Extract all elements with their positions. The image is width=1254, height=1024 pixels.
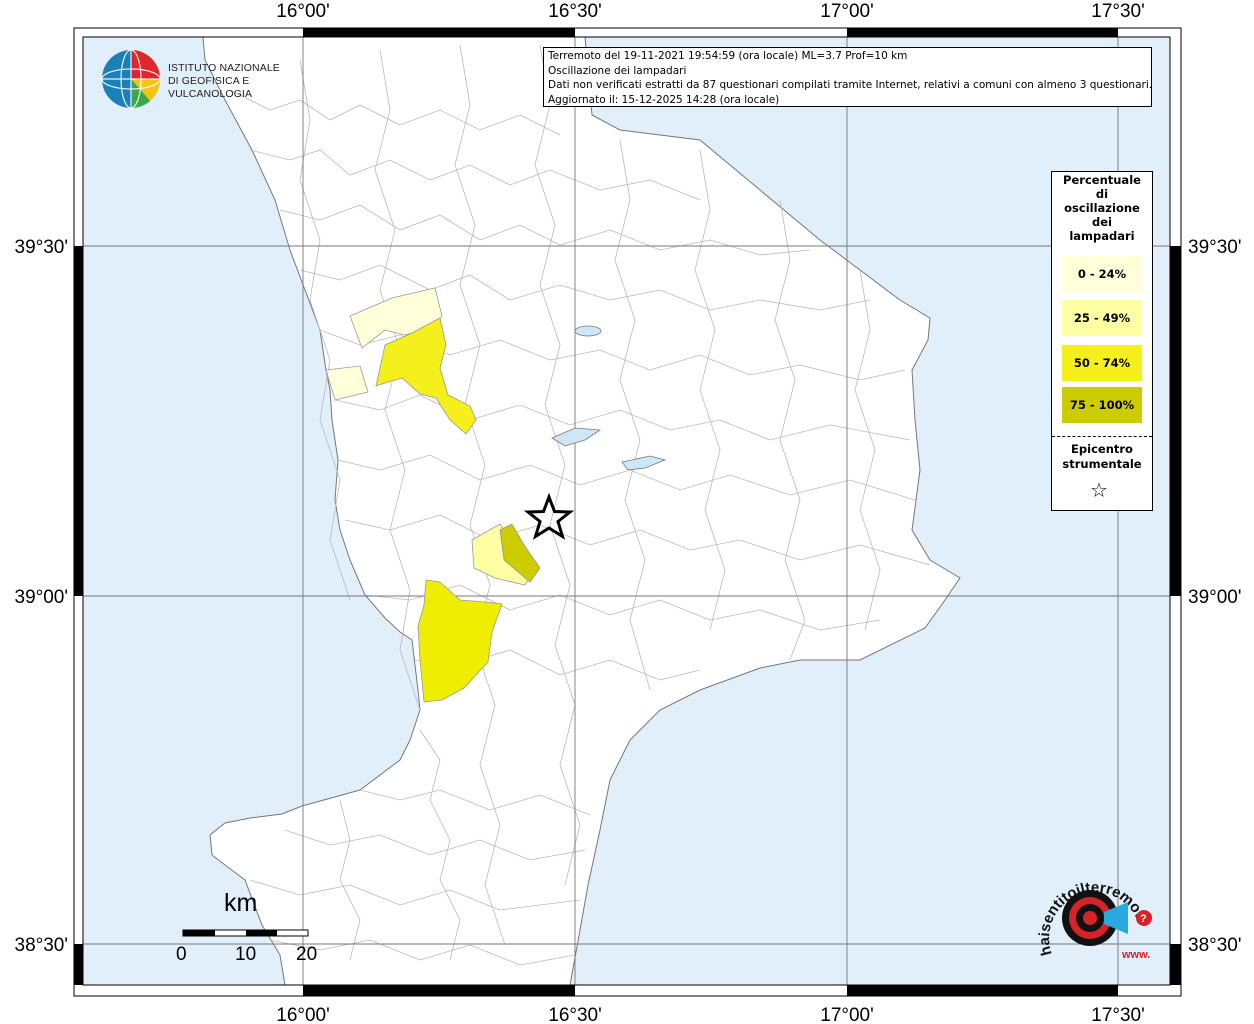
lon-label-bottom: 16°30' [548, 1005, 602, 1024]
earthquake-info-box: Terremoto del 19-11-2021 19:54:59 (ora l… [543, 47, 1152, 107]
lon-label-top: 17°30' [1091, 1, 1145, 22]
lon-label-bottom: 17°00' [820, 1005, 874, 1024]
lon-label-top: 17°00' [820, 1, 874, 22]
scale-bar [182, 929, 309, 937]
target-megaphone-icon: haisentitoilterremoto.it ? www. [1025, 849, 1152, 961]
scale-tick-0: 0 [176, 944, 187, 965]
legend-class-25-49: 25 - 49% [1062, 300, 1142, 336]
lon-label-bottom: 16°00' [276, 1005, 330, 1024]
lat-label-right: 38°30' [1188, 935, 1242, 956]
legend-star-icon: ☆ [1090, 478, 1108, 502]
ingv-name-line1: ISTITUTO NAZIONALE [168, 62, 280, 74]
www-prefix: www. [1121, 949, 1150, 961]
lon-label-top: 16°30' [548, 1, 602, 22]
lat-label-left: 38°30' [15, 935, 69, 956]
lon-label-bottom: 17°30' [1091, 1005, 1145, 1024]
legend-class-50-74: 50 - 74% [1062, 345, 1142, 381]
scale-tick-20: 20 [296, 944, 318, 965]
data-note: Dati non verificati estratti da 87 quest… [548, 79, 1152, 91]
lat-label-left: 39°00' [15, 587, 69, 608]
ingv-name-line2: DI GEOFISICA E VULCANOLOGIA [168, 75, 253, 100]
lon-label-top: 16°00' [276, 1, 330, 22]
legend-divider [1052, 436, 1152, 437]
haisentito-logo: haisentitoilterremoto.it ? www. [1025, 849, 1160, 974]
legend-class-0-24: 0 - 24% [1062, 256, 1142, 292]
scale-tick-10: 10 [235, 944, 257, 965]
lat-label-right: 39°30' [1188, 237, 1242, 258]
svg-text:?: ? [1140, 913, 1147, 925]
update-time: Aggiornato il: 15-12-2025 14:28 (ora loc… [548, 93, 780, 106]
event-title: Terremoto del 19-11-2021 19:54:59 (ora l… [548, 50, 908, 62]
scale-unit: km [224, 889, 258, 917]
lake [574, 325, 602, 337]
map-subject: Oscillazione dei lampadari [548, 64, 687, 77]
legend-epicenter-label: Epicentro strumentale [1062, 442, 1142, 471]
legend-class-75-100: 75 - 100% [1062, 387, 1142, 423]
lat-label-left: 39°30' [15, 237, 69, 258]
lat-label-right: 39°00' [1188, 587, 1242, 608]
legend-title: Percentuale di oscillazione dei lampadar… [1063, 173, 1141, 243]
ingv-logo: ISTITUTO NAZIONALE DI GEOFISICA E VULCAN… [100, 48, 310, 110]
legend: Percentuale di oscillazione dei lampadar… [1051, 171, 1153, 511]
globe-icon [101, 49, 161, 109]
